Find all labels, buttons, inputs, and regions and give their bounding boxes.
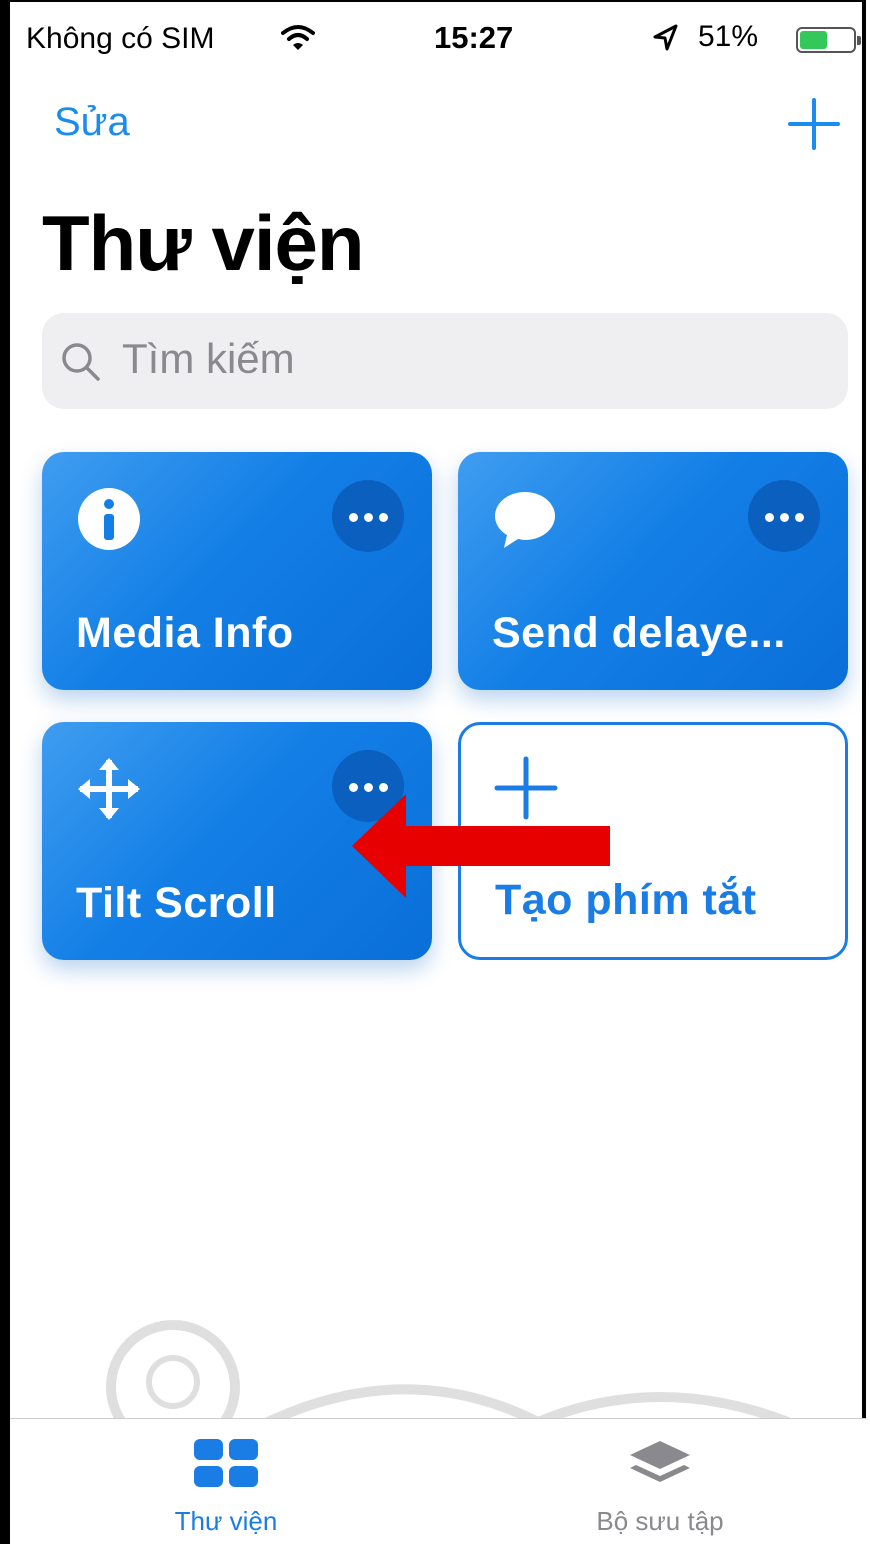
- tab-label: Bộ sưu tập: [596, 1506, 724, 1536]
- edit-button[interactable]: Sửa: [54, 100, 130, 145]
- shortcut-card-send-delayed[interactable]: Send delaye...: [458, 452, 848, 690]
- speech-bubble-icon: [495, 492, 555, 548]
- tab-label: Thư viện: [174, 1506, 278, 1536]
- shortcut-label: Tilt Scroll: [76, 879, 277, 927]
- battery-percent: 51%: [698, 20, 759, 53]
- more-options-button[interactable]: [332, 480, 404, 552]
- red-arrow-annotation: [352, 794, 610, 898]
- search-placeholder: Tìm kiếm: [122, 335, 295, 382]
- plus-icon[interactable]: [788, 98, 840, 150]
- search-input[interactable]: Tìm kiếm: [42, 313, 848, 409]
- shortcut-label: Send delaye...: [492, 609, 786, 657]
- grid-icon: [194, 1439, 258, 1487]
- status-bar: Không có SIM 15:27 51% ⚡: [26, 18, 862, 62]
- tab-library[interactable]: Thư viện: [126, 1439, 326, 1537]
- battery-fill: [800, 31, 827, 49]
- shortcut-card-media-info[interactable]: Media Info: [42, 452, 432, 690]
- stack-icon: [630, 1441, 690, 1482]
- tab-gallery[interactable]: Bộ sưu tập: [560, 1439, 760, 1537]
- tab-bar: Thư viện Bộ sưu tập: [10, 1418, 866, 1546]
- clock-time: 15:27: [434, 20, 514, 55]
- battery-icon: [796, 27, 861, 53]
- location-arrow-icon: [653, 24, 678, 51]
- battery-nub: [857, 36, 861, 45]
- move-arrows-icon: [78, 758, 140, 820]
- info-icon: [78, 488, 140, 550]
- page-title: Thư viện: [42, 199, 365, 287]
- more-options-button[interactable]: [748, 480, 820, 552]
- carrier-label: Không có SIM: [26, 22, 215, 55]
- shortcut-label: Media Info: [76, 609, 294, 657]
- wifi-icon: [281, 25, 315, 50]
- search-icon: [62, 343, 100, 381]
